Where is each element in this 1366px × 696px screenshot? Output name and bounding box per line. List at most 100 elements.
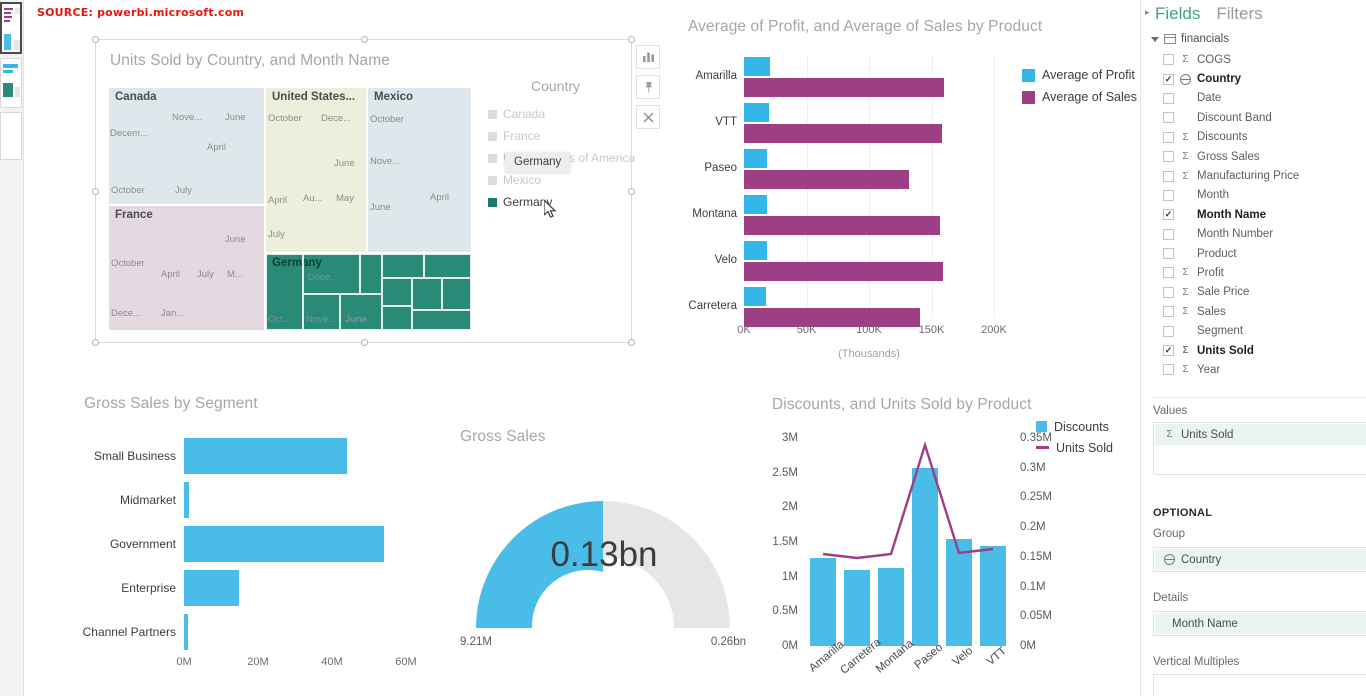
legend-swatch <box>488 197 497 207</box>
bar-profit[interactable] <box>744 57 770 76</box>
treemap-month-label: Dece... <box>308 272 339 283</box>
profit-sales-bar-chart[interactable]: Average of Profit, and Average of Sales … <box>664 6 1154 374</box>
field-item-country[interactable]: ✓ Country <box>1163 69 1362 88</box>
segment-bar[interactable] <box>184 614 188 650</box>
group-well[interactable]: Country <box>1153 547 1366 572</box>
treemap-plot[interactable]: Canada Nove... June Decem... April Octob… <box>109 88 471 330</box>
combo-chart-legend[interactable]: Discounts Units Sold <box>1036 416 1113 458</box>
treemap-month-label: June <box>225 234 246 245</box>
treemap-legend[interactable]: Country Canada France United States of A… <box>488 78 635 218</box>
treemap-cell-france[interactable]: France June October April July M... Dece… <box>109 206 264 330</box>
legend-item-average-sales[interactable]: Average of Sales <box>1022 86 1137 108</box>
focus-mode-icon[interactable] <box>636 45 660 69</box>
field-item-units-sold[interactable]: ✓ Σ Units Sold <box>1163 341 1362 360</box>
field-checkbox[interactable] <box>1163 170 1174 182</box>
details-well[interactable]: Month Name <box>1153 611 1366 636</box>
field-checkbox[interactable]: ✓ <box>1163 209 1174 221</box>
field-item-date[interactable]: Date <box>1163 89 1362 108</box>
remove-filter-icon[interactable] <box>636 105 660 129</box>
bar-profit[interactable] <box>744 149 767 168</box>
well-chip-units-sold[interactable]: Σ Units Sold <box>1155 424 1366 445</box>
field-checkbox[interactable] <box>1163 92 1174 104</box>
y2-tick: 0.2M <box>1020 521 1046 534</box>
legend-item-canada[interactable]: Canada <box>488 103 623 125</box>
vertical-multiples-well[interactable] <box>1153 674 1366 696</box>
field-checkbox[interactable] <box>1163 151 1174 163</box>
bar-profit[interactable] <box>744 195 767 214</box>
bar-sales[interactable] <box>744 78 944 97</box>
page-thumbnail-3[interactable] <box>0 112 22 160</box>
treemap-cell-canada[interactable]: Canada Nove... June Decem... April Octob… <box>109 88 264 204</box>
field-checkbox[interactable] <box>1163 364 1174 376</box>
field-checkbox[interactable]: ✓ <box>1163 345 1174 357</box>
field-item-discount-band[interactable]: Discount Band <box>1163 108 1362 127</box>
segment-bar[interactable] <box>184 482 189 518</box>
field-checkbox[interactable]: ✓ <box>1163 73 1174 85</box>
expand-triangle-icon[interactable] <box>1151 36 1159 42</box>
field-item-month-name[interactable]: ✓ Month Name <box>1163 205 1362 224</box>
treemap-month-label: May <box>336 193 354 204</box>
pane-tabs[interactable]: Fields Filters <box>1141 0 1366 28</box>
treemap-cell-united-states[interactable]: United States... October Dece... June Ap… <box>266 88 366 252</box>
well-chip-month-name[interactable]: Month Name <box>1155 613 1366 634</box>
treemap-visual[interactable]: Units Sold by Country, and Month Name Ca… <box>92 36 635 346</box>
legend-item-discounts[interactable]: Discounts <box>1036 416 1113 437</box>
values-well-label: Values <box>1153 405 1188 417</box>
field-item-profit[interactable]: Σ Profit <box>1163 263 1362 282</box>
treemap-cell-germany[interactable]: Germany Dece... Oct... Nove... June <box>266 254 471 330</box>
page-thumbnail-1[interactable] <box>0 2 22 54</box>
tab-filters[interactable]: Filters <box>1216 4 1262 24</box>
bar-sales[interactable] <box>744 262 943 281</box>
pin-visual-icon[interactable] <box>636 75 660 99</box>
field-list[interactable]: Σ COGS ✓ Country Date Discount Band Σ Di… <box>1163 50 1362 380</box>
legend-item-label: Average of Profit <box>1042 68 1135 82</box>
bar-chart-legend[interactable]: Average of Profit Average of Sales <box>1022 64 1137 108</box>
legend-item-france[interactable]: France <box>488 125 623 147</box>
field-checkbox[interactable] <box>1163 306 1174 318</box>
field-item-sales[interactable]: Σ Sales <box>1163 302 1362 321</box>
field-item-month-number[interactable]: Month Number <box>1163 225 1362 244</box>
bar-sales[interactable] <box>744 170 909 189</box>
field-item-year[interactable]: Σ Year <box>1163 360 1362 379</box>
field-checkbox[interactable] <box>1163 54 1174 66</box>
field-checkbox[interactable] <box>1163 112 1174 124</box>
table-node-financials[interactable]: financials <box>1151 33 1229 45</box>
bar-sales[interactable] <box>744 216 940 235</box>
field-checkbox[interactable] <box>1163 325 1174 337</box>
page-thumbnail-2[interactable] <box>0 58 22 108</box>
legend-item-units-sold[interactable]: Units Sold <box>1036 437 1113 458</box>
treemap-cell-mexico[interactable]: Mexico October Nove... April June <box>368 88 471 252</box>
discounts-units-combo-chart[interactable]: Discounts, and Units Sold by Product 0M … <box>746 388 1166 696</box>
field-checkbox[interactable] <box>1163 228 1174 240</box>
field-checkbox[interactable] <box>1163 131 1174 143</box>
bar-profit[interactable] <box>744 241 767 260</box>
legend-item-average-profit[interactable]: Average of Profit <box>1022 64 1137 86</box>
field-item-segment[interactable]: Segment <box>1163 321 1362 340</box>
bar-sales[interactable] <box>744 124 942 143</box>
visual-header-toolbar[interactable] <box>636 45 662 135</box>
field-item-discounts[interactable]: Σ Discounts <box>1163 128 1362 147</box>
bar-profit[interactable] <box>744 103 769 122</box>
field-item-gross-sales[interactable]: Σ Gross Sales <box>1163 147 1362 166</box>
field-item-cogs[interactable]: Σ COGS <box>1163 50 1362 69</box>
segment-bar[interactable] <box>184 570 239 606</box>
field-item-product[interactable]: Product <box>1163 244 1362 263</box>
bar-profit[interactable] <box>744 287 766 306</box>
field-label: Units Sold <box>1197 344 1254 357</box>
field-item-month[interactable]: Month <box>1163 186 1362 205</box>
legend-item-mexico[interactable]: Mexico <box>488 169 623 191</box>
segment-bar[interactable] <box>184 526 384 562</box>
legend-item-label: France <box>503 129 541 143</box>
field-checkbox[interactable] <box>1163 248 1174 260</box>
field-item-manufacturing-price[interactable]: Σ Manufacturing Price <box>1163 166 1362 185</box>
gross-sales-segment-chart[interactable]: Gross Sales by Segment Small Business Mi… <box>60 388 460 696</box>
segment-bar[interactable] <box>184 438 347 474</box>
values-well[interactable]: Σ Units Sold <box>1153 422 1366 475</box>
field-checkbox[interactable] <box>1163 189 1174 201</box>
well-chip-country[interactable]: Country <box>1155 549 1366 570</box>
gross-sales-gauge[interactable]: Gross Sales 0.13bn 9.21M 0.26bn <box>444 420 764 696</box>
field-checkbox[interactable] <box>1163 286 1174 298</box>
field-checkbox[interactable] <box>1163 267 1174 279</box>
tab-fields[interactable]: Fields <box>1155 4 1200 24</box>
field-item-sale-price[interactable]: Σ Sale Price <box>1163 283 1362 302</box>
